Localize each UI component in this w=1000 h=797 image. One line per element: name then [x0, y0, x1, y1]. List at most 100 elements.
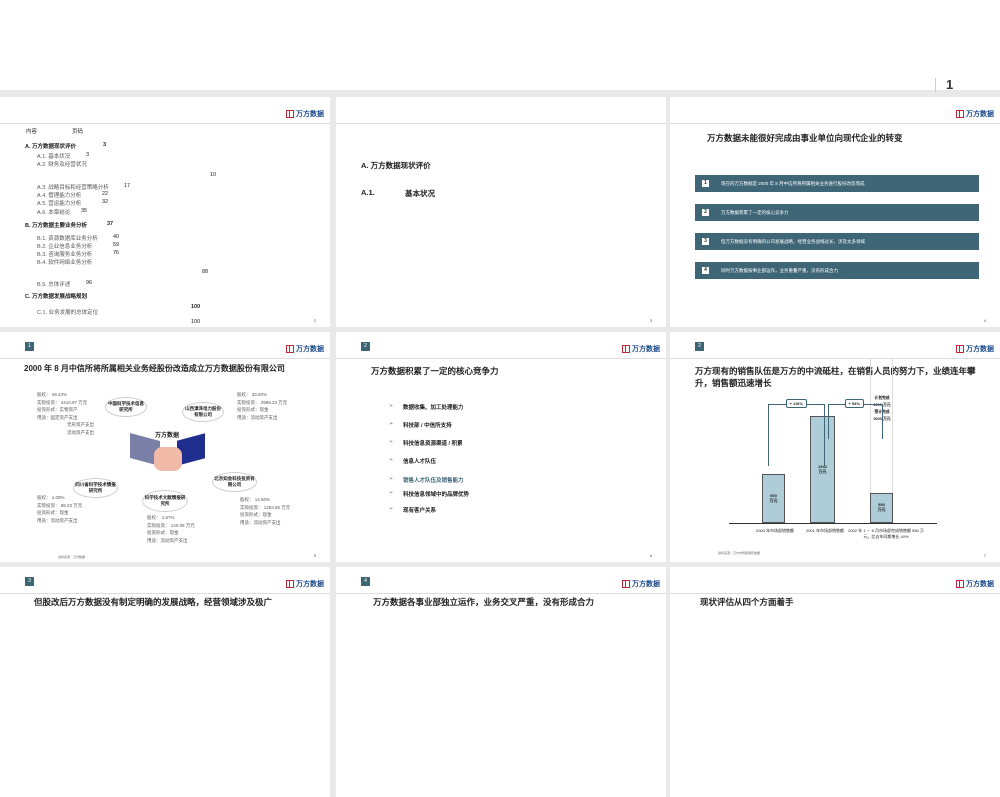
slide-thumbnail-9[interactable]: 4 万方数据 万方数据各事业部独立运作，业务交叉严重，没有形成合力	[336, 567, 666, 797]
shareholder-ellipse: 山西漳泽电力股份有限公司	[182, 402, 224, 422]
shareholder-detail: 实际投资： 89.23 万元	[37, 502, 83, 508]
header-line	[336, 358, 666, 359]
wanfang-logo: 万方数据	[956, 579, 994, 589]
toc-item-page: 35	[81, 208, 88, 214]
shareholder-detail: 用途：固定资产支出	[37, 414, 78, 420]
header-line	[670, 593, 1000, 594]
wanfang-logo: 万方数据	[286, 344, 324, 354]
shareholder-detail: 股权： 14.50%	[240, 497, 271, 502]
toc-item-page: 22	[102, 191, 109, 197]
toc-item-label: B.3. 咨询服务业务分析	[37, 252, 93, 258]
toc-item-page: 96	[86, 280, 93, 286]
toc-item-page: 76	[113, 250, 120, 256]
toc-item-label: A. 万方数据现状评价	[25, 144, 77, 150]
bullet-item: 科技信息领域中的品牌优势	[403, 492, 470, 498]
slide-thumbnail-4[interactable]: 万方数据 万方数据未能很好完成由事业单位向现代企业的转变 1 现在的万方数据是 2…	[670, 97, 1000, 327]
x-axis	[729, 523, 937, 524]
x-tick-label: 2002 年 1 － 6 月市场部完成销售额 550 万元，比去年同期增长 40…	[848, 528, 924, 539]
growth-label: + 54%	[844, 399, 864, 408]
section-badge: 2	[695, 342, 704, 351]
slide-thumbnail-5[interactable]: 1 万方数据 2000 年 8 月中信所将所属相关业务经股份改造成立万方数据股份…	[0, 332, 330, 562]
shareholder-ellipse: 四川省科学技术情报研究所	[73, 478, 118, 498]
toc-header-page: 页码	[72, 129, 84, 135]
bar-number: 3	[702, 238, 709, 245]
bullet-arrow-icon: ➢	[389, 476, 394, 482]
summary-bar: 2 万方数据积累了一定的核心竞争力	[695, 204, 979, 221]
bar-number: 4	[702, 267, 709, 274]
bullet-arrow-icon: ➢	[389, 490, 394, 496]
wanfang-logo: 万方数据	[622, 344, 660, 354]
toc-item-page: 3	[86, 152, 90, 158]
slide-thumbnail-2[interactable]: 万方数据 内容 页码 A. 万方数据现状评价 3 A.1. 基本状况 3 A.2. 财务…	[0, 97, 330, 327]
slide-thumbnail-7[interactable]: 2 万方数据 万方现有的销售队伍是万方的中流砥柱，在销售人员的努力下，业绩连年攀…	[670, 332, 1000, 562]
wanfang-logo: 万方数据	[286, 109, 324, 119]
slide-thumbnail-8[interactable]: 3 万方数据 但股改后万方数据没有制定明确的发展战略，经营领域涉及极广	[0, 567, 330, 797]
section-badge: 1	[25, 342, 34, 351]
shareholder-detail: 实际投资： 2989.23 万元	[237, 399, 288, 405]
bar: 900 万元	[762, 473, 785, 523]
shareholder-detail: 用途：流动资产支出	[147, 537, 188, 543]
bullet-arrow-icon: ➢	[389, 421, 394, 427]
source-note: 资料来源：万方数据	[58, 555, 86, 559]
slide-title: 现状评估从四个方面着手	[700, 597, 794, 607]
wanfang-logo: 万方数据	[956, 344, 994, 354]
header-line	[0, 358, 330, 359]
slide-page-number: 6	[649, 553, 652, 558]
toc-item-label: A.3. 战略目标和经营策略分析	[37, 185, 109, 191]
x-tick-label: 2000 年市场部销售额	[755, 528, 794, 533]
page-number: 1	[946, 77, 954, 92]
slide-thumbnail-3[interactable]: A. 万方数据现状评价 A.1. 基本状况 3	[336, 97, 666, 327]
previous-page: 1	[0, 0, 1000, 92]
header-line	[336, 123, 666, 124]
slide-thumbnail-10[interactable]: 万方数据 现状评估从四个方面着手	[670, 567, 1000, 797]
x-tick-label: 2001 年市场部销售额	[805, 528, 844, 533]
header-line	[670, 358, 1000, 359]
shareholder-detail: 实际投资： 1293.85 万元	[240, 504, 291, 510]
slide-title: 万方现有的销售队伍是万方的中流砥柱，在销售人员的努力下，业绩连年攀升，销售额迅速…	[695, 366, 976, 388]
bar-text: 万方数据积累了一定的核心竞争力	[721, 209, 789, 215]
bullet-item: 数据收集、加工处理能力	[403, 405, 464, 411]
shareholder-ellipse: 科学技术文献情报研究所	[142, 490, 188, 512]
bullet-item: 销售人才队伍及销售能力	[403, 478, 464, 484]
summary-bar: 1 现在的万方数据是 2000 年 8 月中信所将所属相关业务进行股份改造而成	[695, 175, 979, 192]
section-badge: 2	[361, 342, 370, 351]
slide-title: 2000 年 8 月中信所将所属相关业务经股份改造成立万方数据股份有限公司	[24, 364, 285, 373]
toc-item-label: B.2. 企业信息业务分析	[37, 244, 93, 250]
toc-item-label: B. 万方数据主要业务分析	[25, 223, 88, 229]
shareholder-detail: 股权： 49.43%	[37, 392, 68, 397]
toc-item-label: C.1. 业务发展的总体定位	[37, 310, 99, 316]
shareholder-detail: 投资形式：现金	[147, 530, 179, 535]
shareholder-ellipse: 北京知金科技投资有限公司	[212, 472, 257, 492]
growth-arrow	[828, 404, 883, 439]
shareholder-detail: 无形资产支出	[67, 422, 94, 427]
header-line	[0, 123, 330, 124]
slide-page-number: 7	[983, 553, 986, 558]
toc-item-label: A.4. 管理能力分析	[37, 193, 82, 199]
growth-label: + 116%	[785, 399, 807, 408]
slide-page-number: 3	[649, 318, 652, 323]
bar-number: 1	[702, 180, 709, 187]
toc-item-label: B.1. 资源数据库业务分析	[37, 236, 98, 242]
toc-item-page: 59	[113, 242, 120, 248]
bullet-item: 现有客户关系	[403, 508, 437, 514]
bullet-arrow-icon: ➢	[389, 403, 394, 409]
bar-text: 但万方数据没有明确的公司发展战略，经营业务战线过长，涉及太多领域	[721, 238, 865, 244]
toc-item-page: 100	[191, 319, 201, 325]
section-title: A. 万方数据现状评价	[361, 161, 431, 170]
toc-item-page: 88	[202, 269, 209, 275]
shareholder-detail: 投资形式：现金	[37, 510, 69, 515]
toc-item-label: A.1. 基本状况	[37, 154, 71, 160]
bar: 550 万元	[870, 492, 893, 523]
bullet-arrow-icon: ➢	[389, 506, 394, 512]
toc-item-label: B.5. 总体评述	[37, 282, 71, 288]
shareholder-detail: 用途：流动资产支出	[240, 519, 281, 525]
plan-note: 计划完成	[874, 396, 890, 400]
toc-item-page: 17	[124, 183, 131, 189]
toc-item-page: 3	[103, 142, 107, 148]
bar-number: 2	[702, 209, 709, 216]
growth-arrow	[768, 404, 825, 466]
bullet-item: 科技部 / 中信所支持	[403, 423, 452, 429]
toc-header-content: 内容	[26, 129, 38, 135]
slide-thumbnail-6[interactable]: 2 万方数据 万方数据积累了一定的核心竞争力 ➢ 数据收集、加工处理能力 ➢ 科技部 …	[336, 332, 666, 562]
summary-bar: 4 同时万方数据按事业部运作，业务重叠严重，没有形成合力	[695, 262, 979, 279]
